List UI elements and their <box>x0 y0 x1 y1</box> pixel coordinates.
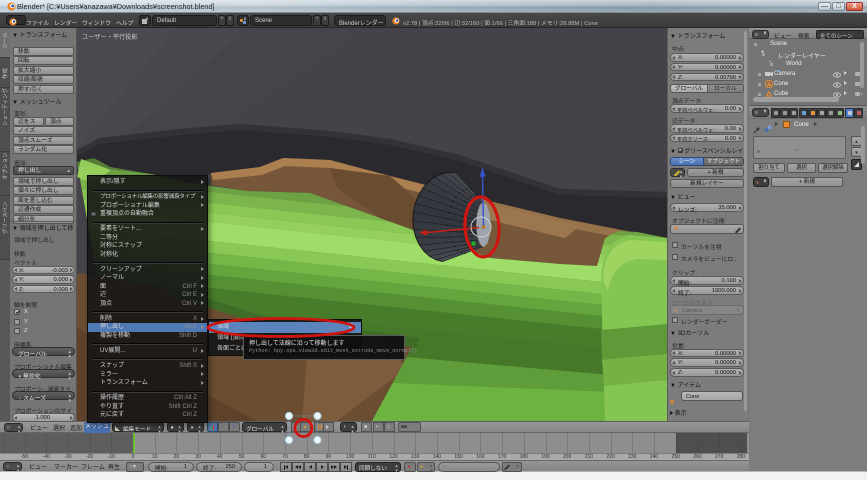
svg-text:ユーザー・平行投影: ユーザー・平行投影 <box>82 33 138 41</box>
